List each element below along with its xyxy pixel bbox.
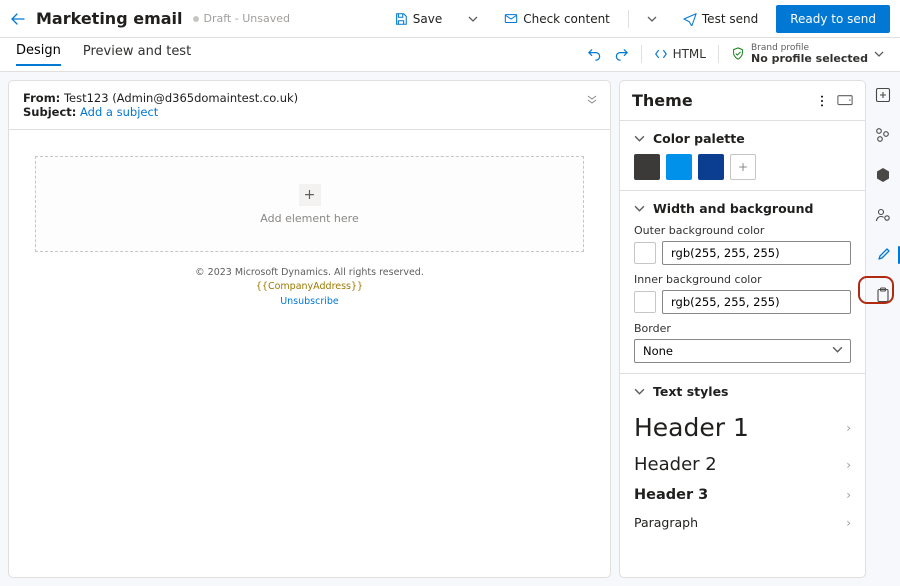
inner-bg-swatch[interactable]: [634, 291, 656, 313]
send-icon: [683, 12, 697, 26]
panel-device-button[interactable]: [837, 94, 853, 108]
chevron-right-icon: ›: [846, 458, 851, 472]
from-label: From:: [23, 91, 60, 105]
outer-bg-label: Outer background color: [634, 224, 851, 237]
ready-to-send-button[interactable]: Ready to send: [776, 5, 890, 33]
draft-status: Draft - Unsaved: [193, 12, 290, 25]
brand-profile-selector[interactable]: Brand profile No profile selected: [731, 44, 884, 66]
section-header-width-bg[interactable]: Width and background: [634, 201, 851, 216]
brush-icon: [875, 247, 891, 263]
hex-icon: [875, 167, 891, 183]
section-header-text-styles[interactable]: Text styles: [634, 384, 851, 399]
arrow-left-icon: [10, 11, 26, 27]
outer-bg-input[interactable]: [662, 241, 851, 265]
redo-icon: [614, 47, 629, 62]
drop-zone[interactable]: + Add element here: [35, 156, 584, 252]
company-address-token: {{CompanyAddress}}: [35, 280, 584, 294]
app-header: Marketing email Draft - Unsaved Save Che…: [0, 0, 900, 38]
back-button[interactable]: [10, 11, 26, 27]
plus-icon: +: [299, 184, 321, 206]
chevron-down-icon: [634, 133, 645, 144]
unsubscribe-link[interactable]: Unsubscribe: [35, 295, 584, 309]
section-color-palette: Color palette +: [620, 120, 865, 190]
panel-title: Theme: [632, 91, 807, 110]
rail-theme[interactable]: [872, 244, 894, 266]
inner-bg-input[interactable]: [662, 290, 851, 314]
palette-swatch[interactable]: [666, 154, 692, 180]
chevron-down-icon: [468, 14, 478, 24]
style-h3[interactable]: Header 3›: [634, 481, 851, 509]
style-paragraph[interactable]: Paragraph›: [634, 509, 851, 536]
test-send-button[interactable]: Test send: [675, 5, 766, 33]
page-title: Marketing email: [36, 9, 183, 28]
sub-header: Design Preview and test HTML Brand profi…: [0, 38, 900, 72]
undo-icon: [587, 47, 602, 62]
border-select[interactable]: [634, 339, 851, 363]
email-footer: © 2023 Microsoft Dynamics. All rights re…: [35, 252, 584, 323]
collapse-meta-button[interactable]: [586, 93, 598, 105]
sections-icon: [875, 127, 891, 143]
undo-button[interactable]: [587, 47, 602, 62]
outer-bg-swatch[interactable]: [634, 242, 656, 264]
chevron-down-icon: [647, 14, 657, 24]
device-icon: [837, 94, 853, 108]
rail-clipboard[interactable]: [872, 284, 894, 306]
tab-preview[interactable]: Preview and test: [83, 44, 191, 65]
chevron-down-icon: [634, 203, 645, 214]
palette-swatch[interactable]: [634, 154, 660, 180]
email-canvas: From: Test123 (Admin@d365domaintest.co.u…: [8, 80, 611, 578]
style-h1[interactable]: Header 1›: [634, 407, 851, 448]
right-rail: [866, 72, 900, 586]
section-width-background: Width and background Outer background co…: [620, 190, 865, 373]
from-value: Test123 (Admin@d365domaintest.co.uk): [64, 91, 298, 105]
html-view-button[interactable]: HTML: [654, 47, 706, 61]
subject-link[interactable]: Add a subject: [80, 105, 158, 119]
chevron-down-icon: [832, 344, 843, 355]
theme-panel: Theme Color palette + Width and backgrou…: [619, 80, 866, 578]
email-meta: From: Test123 (Admin@d365domaintest.co.u…: [9, 81, 610, 130]
add-square-icon: [875, 87, 891, 103]
palette-add[interactable]: +: [730, 154, 756, 180]
chevron-right-icon: ›: [846, 421, 851, 435]
palette-swatches: +: [634, 154, 851, 180]
style-h2[interactable]: Header 2›: [634, 448, 851, 481]
check-content-button[interactable]: Check content: [496, 5, 618, 33]
palette-swatch[interactable]: [698, 154, 724, 180]
chevron-down-icon: [634, 386, 645, 397]
rail-personalize[interactable]: [872, 204, 894, 226]
border-label: Border: [634, 322, 851, 335]
clipboard-icon: [875, 287, 891, 303]
chevron-right-icon: ›: [846, 516, 851, 530]
panel-more-button[interactable]: [815, 94, 829, 108]
rail-general[interactable]: [872, 164, 894, 186]
subject-label: Subject:: [23, 105, 76, 119]
chevron-down-icon: [874, 49, 884, 59]
section-header-palette[interactable]: Color palette: [634, 131, 851, 146]
save-chevron[interactable]: [460, 5, 486, 33]
more-vertical-icon: [815, 94, 829, 108]
save-button[interactable]: Save: [386, 5, 450, 33]
inner-bg-label: Inner background color: [634, 273, 851, 286]
rail-sections[interactable]: [872, 124, 894, 146]
chevron-right-icon: ›: [846, 488, 851, 502]
rail-add-element[interactable]: [872, 84, 894, 106]
check-content-chevron[interactable]: [639, 5, 665, 33]
section-text-styles: Text styles Header 1› Header 2› Header 3…: [620, 373, 865, 546]
workspace: From: Test123 (Admin@d365domaintest.co.u…: [0, 72, 900, 586]
shield-check-icon: [731, 47, 745, 61]
code-icon: [654, 47, 668, 61]
save-icon: [394, 12, 408, 26]
tab-design[interactable]: Design: [16, 43, 61, 66]
double-chevron-down-icon: [586, 93, 598, 105]
person-settings-icon: [875, 207, 891, 223]
mail-check-icon: [504, 12, 518, 26]
redo-button[interactable]: [614, 47, 629, 62]
